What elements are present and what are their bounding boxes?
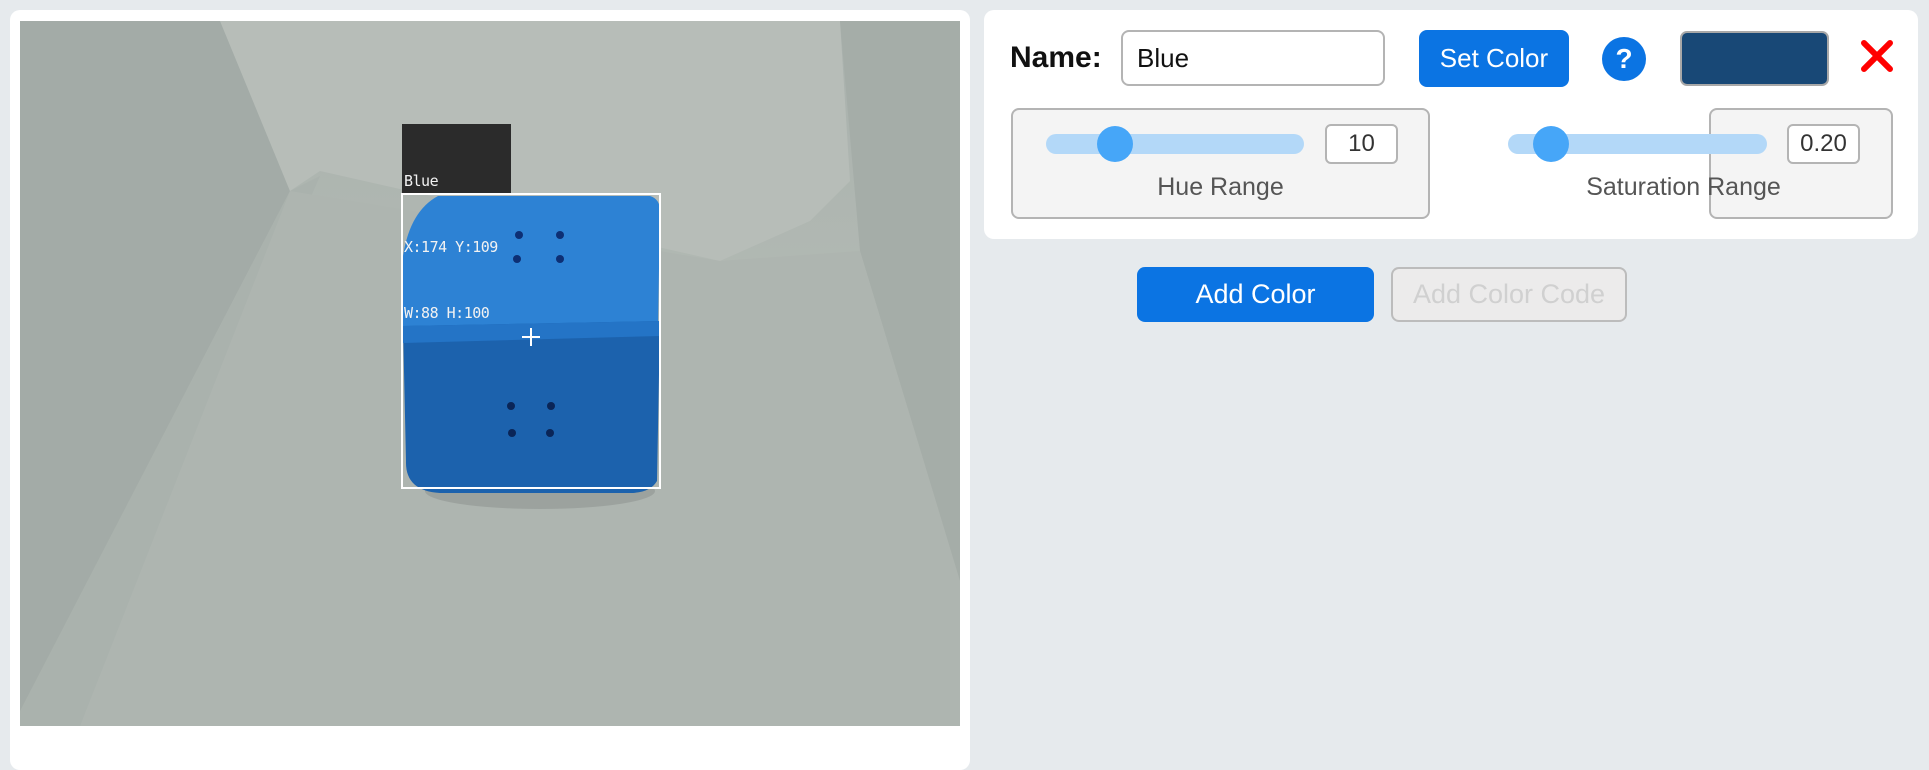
color-swatch[interactable] (1680, 31, 1829, 86)
camera-view[interactable]: Blue X:174 Y:109 W:88 H:100 (20, 21, 960, 726)
hue-range-slider-thumb[interactable] (1097, 126, 1133, 162)
name-label: Name: (1010, 41, 1102, 74)
help-icon[interactable]: ? (1602, 37, 1646, 81)
detection-label: Blue X:174 Y:109 W:88 H:100 (402, 124, 511, 322)
hue-range-value[interactable]: 10 (1325, 124, 1398, 164)
saturation-range-slider-thumb[interactable] (1533, 126, 1569, 162)
hue-range-slider-track[interactable] (1046, 134, 1304, 154)
add-color-code-button[interactable]: Add Color Code (1391, 267, 1627, 322)
close-icon[interactable] (1860, 38, 1894, 74)
saturation-range-label: Saturation Range (1586, 173, 1781, 201)
crosshair-icon (522, 328, 540, 346)
hue-range-label: Hue Range (1157, 173, 1284, 201)
color-name-input[interactable] (1121, 30, 1385, 86)
detection-name: Blue (404, 172, 439, 190)
add-color-button[interactable]: Add Color (1137, 267, 1374, 322)
saturation-range-value[interactable]: 0.20 (1787, 124, 1860, 164)
set-color-button[interactable]: Set Color (1419, 30, 1569, 87)
